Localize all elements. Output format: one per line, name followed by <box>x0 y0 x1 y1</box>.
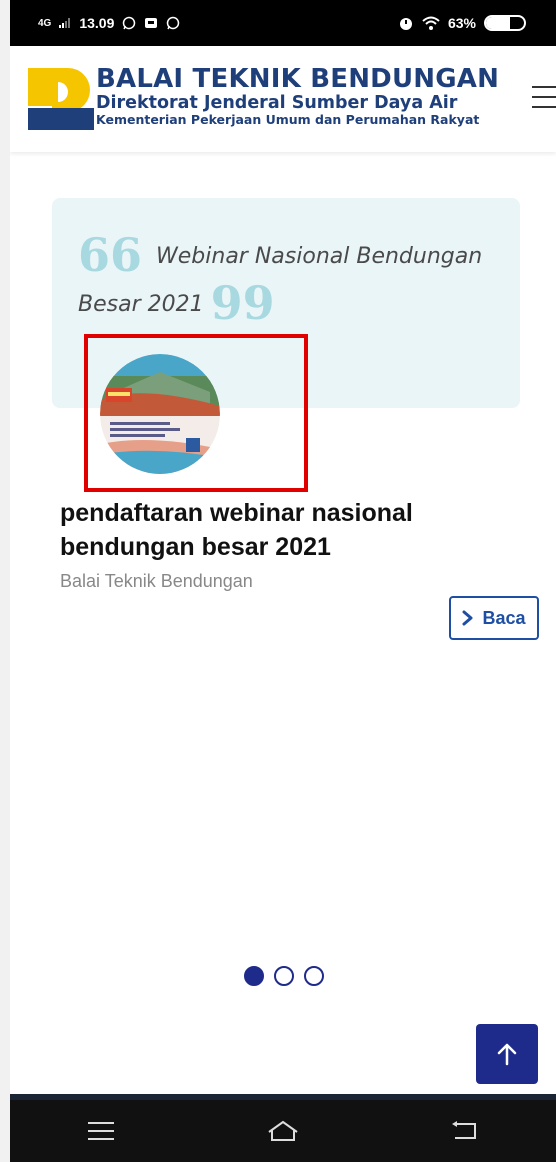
article-title[interactable]: pendaftaran webinar nasional bendungan b… <box>60 496 520 564</box>
brand-title: BALAI TEKNIK BENDUNGAN <box>96 64 500 94</box>
quote-text: 66 Webinar Nasional Bendungan Besar 2021… <box>78 232 498 328</box>
site-header: BALAI TEKNIK BENDUNGAN Direktorat Jender… <box>10 46 556 152</box>
status-bar: 4G 13.09 63% <box>10 0 556 46</box>
nav-back-button[interactable] <box>435 1111 495 1151</box>
chat-app-icon <box>145 18 158 28</box>
whatsapp-icon <box>123 16 136 30</box>
read-more-label: Baca <box>482 607 526 628</box>
status-left: 4G 13.09 <box>38 15 180 31</box>
system-nav-bar <box>10 1100 556 1162</box>
webinar-poster-thumbnail[interactable] <box>100 354 220 474</box>
nav-menu-icon <box>88 1122 114 1140</box>
chevron-right-icon <box>462 610 473 626</box>
signal-icon <box>59 18 71 28</box>
brand-block[interactable]: BALAI TEKNIK BENDUNGAN Direktorat Jender… <box>96 66 536 127</box>
status-right: 63% <box>398 15 526 31</box>
clock: 13.09 <box>79 15 115 31</box>
quote-line-1: Webinar Nasional Bendungan <box>156 244 483 269</box>
nav-menu-button[interactable] <box>71 1111 131 1151</box>
carousel-dot-3[interactable] <box>304 966 324 986</box>
battery-percent: 63% <box>447 15 476 31</box>
thumbnail-highlight <box>84 334 308 492</box>
close-quote-icon: 99 <box>210 276 275 330</box>
pu-logo-icon[interactable] <box>28 68 94 130</box>
nav-home-icon <box>268 1120 298 1141</box>
article-title-line-2: bendungan besar 2021 <box>60 533 331 561</box>
network-label: 4G <box>38 17 52 29</box>
carousel-dot-1[interactable] <box>244 966 264 986</box>
open-quote-icon: 66 <box>78 228 143 282</box>
nav-home-button[interactable] <box>253 1111 313 1151</box>
app-screen: 4G 13.09 63% BALAI TEKNIK BENDUNGAN Dire… <box>10 0 556 1162</box>
article-title-line-1: pendaftaran webinar nasional <box>60 499 413 527</box>
whatsapp-icon-2 <box>167 16 180 30</box>
carousel-indicators <box>244 966 324 986</box>
quote-line-2: Besar 2021 <box>78 292 204 317</box>
back-to-top-button[interactable] <box>476 1024 538 1084</box>
brand-subtitle-2: Kementerian Pekerjaan Umum dan Perumahan… <box>96 112 480 127</box>
carousel-dot-2[interactable] <box>274 966 294 986</box>
alarm-icon <box>399 18 412 30</box>
wifi-icon <box>422 16 440 30</box>
arrow-up-icon <box>497 1043 517 1066</box>
nav-back-icon <box>452 1121 476 1139</box>
battery-icon <box>484 15 526 31</box>
article-author: Balai Teknik Bendungan <box>60 571 253 591</box>
battery-fill <box>486 17 510 29</box>
read-more-button[interactable]: Baca <box>449 596 539 640</box>
brand-subtitle: Direktorat Jenderal Sumber Daya Air <box>96 93 458 113</box>
hamburger-icon[interactable] <box>532 86 556 108</box>
